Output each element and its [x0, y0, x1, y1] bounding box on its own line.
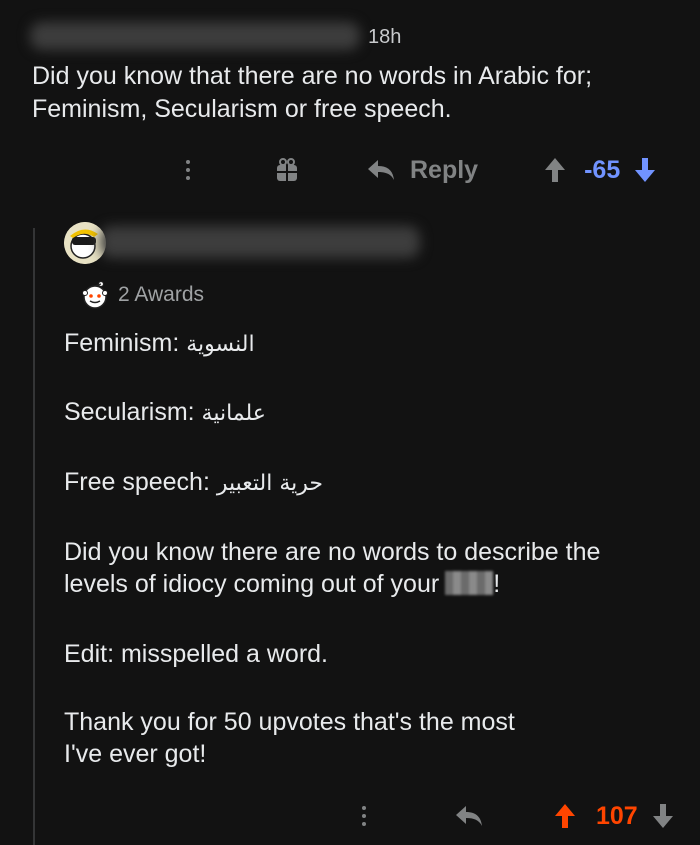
comment1-body: Did you know that there are no words in … [32, 62, 593, 123]
thanks-line-1: Thank you for 50 upvotes that's the most [64, 708, 515, 736]
free-speech-label: Free speech: [64, 468, 210, 496]
awards-label: 2 Awards [118, 283, 204, 306]
free-speech-arabic: حرية التعبير [216, 471, 324, 496]
more-options-icon[interactable] [182, 160, 194, 180]
comment1-meta: 18h [30, 22, 401, 52]
reply-arrow-icon [368, 160, 394, 180]
upvote-arrow-icon[interactable] [544, 157, 566, 183]
more-options-icon[interactable] [358, 806, 370, 826]
gift-icon[interactable] [274, 157, 300, 183]
redacted-username [100, 226, 420, 258]
comment1-actions: Reply -65 [170, 150, 680, 190]
idiocy-paragraph: Did you know there are no words to descr… [64, 536, 664, 600]
thread-line[interactable] [33, 228, 35, 845]
downvote-arrow-icon[interactable] [634, 157, 656, 183]
comment1-timestamp: 18h [368, 26, 402, 48]
free-speech-line: Free speech: حرية التعبير [64, 466, 674, 500]
feminism-label: Feminism: [64, 329, 180, 357]
reply-label: Reply [410, 155, 479, 184]
upvote-arrow-icon[interactable] [554, 803, 576, 829]
edit-line: Edit: misspelled a word. [64, 640, 329, 668]
reply-arrow-icon[interactable] [454, 804, 484, 828]
thanks-line-2: I've ever got! [64, 740, 207, 768]
idiocy-end: ! [493, 570, 501, 598]
idiocy-text: Did you know there are no words to descr… [64, 538, 601, 598]
reply-button[interactable]: Reply [366, 156, 478, 185]
comment1-score: -65 [584, 155, 621, 184]
award-icon [82, 281, 108, 309]
comment2-actions: 107 [340, 796, 680, 836]
feminism-arabic: النسوية [186, 332, 255, 357]
feminism-line: Feminism: النسوية [64, 327, 674, 361]
redacted-username [30, 22, 360, 50]
comment2-score: 107 [596, 801, 638, 830]
secularism-arabic: علمانية [201, 401, 266, 426]
downvote-arrow-icon[interactable] [652, 803, 674, 829]
awards[interactable]: 2 Awards [80, 280, 204, 310]
censored-word [445, 571, 494, 595]
secularism-label: Secularism: [64, 398, 195, 426]
secularism-line: Secularism: علمانية [64, 396, 674, 430]
